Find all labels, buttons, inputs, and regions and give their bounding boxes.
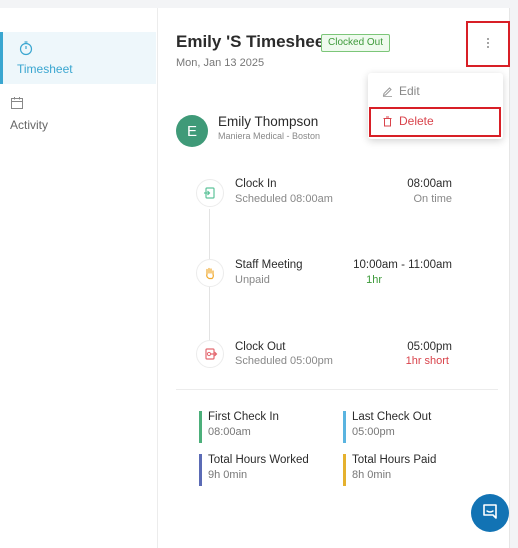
stat-value: 9h 0min: [208, 469, 248, 481]
event-label: Clock In: [235, 178, 277, 190]
event-time: 10:00am - 11:00am: [353, 259, 452, 271]
event-sub: Scheduled 08:00am: [235, 193, 333, 205]
avatar: E: [176, 115, 208, 147]
timesheet-date: Mon, Jan 13 2025: [176, 57, 265, 69]
employee-name: Emily Thompson: [218, 114, 319, 129]
stat-first-check-in: First Check In 08:00am: [199, 411, 329, 443]
event-note: 1hr short: [405, 355, 449, 367]
sidebar-item-label: Timesheet: [17, 62, 73, 76]
event-label: Staff Meeting: [235, 259, 303, 271]
stat-total-hours-worked: Total Hours Worked 9h 0min: [199, 454, 329, 486]
pencil-icon: [382, 86, 392, 97]
page-title: Emily 'S Timesheet: [176, 32, 330, 51]
sidebar-item-label: Activity: [10, 118, 49, 132]
stat-label: Total Hours Paid: [352, 454, 437, 466]
stat-value: 8h 0min: [352, 469, 392, 481]
hand-icon: [196, 259, 224, 287]
menu-item-edit[interactable]: Edit: [368, 77, 503, 105]
sidebar-item-timesheet[interactable]: Timesheet: [0, 32, 156, 84]
event-sub: Scheduled 05:00pm: [235, 355, 333, 367]
kebab-icon: [486, 36, 490, 52]
stat-label: Total Hours Worked: [208, 454, 309, 466]
stat-value: 08:00am: [208, 426, 251, 438]
status-badge: Clocked Out: [321, 34, 391, 52]
delete-highlight-box: [369, 107, 501, 137]
chat-button[interactable]: [471, 494, 509, 532]
stat-value: 05:00pm: [352, 426, 395, 438]
event-time: 08:00am: [407, 178, 452, 190]
stopwatch-icon: [18, 40, 34, 61]
calendar-icon: [10, 96, 24, 115]
divider: [176, 389, 498, 390]
clock-in-icon: [196, 179, 224, 207]
chat-icon: [481, 502, 499, 525]
event-note: 1hr: [366, 274, 382, 286]
clock-out-icon: [196, 340, 224, 368]
employee-location: Maniera Medical - Boston: [218, 131, 321, 141]
sidebar: Timesheet Activity: [0, 8, 158, 548]
event-sub: Unpaid: [235, 274, 270, 286]
stat-last-check-out: Last Check Out 05:00pm: [343, 411, 473, 443]
more-options-button[interactable]: [466, 21, 510, 67]
event-note: On time: [413, 193, 452, 205]
sidebar-item-activity[interactable]: Activity: [0, 94, 156, 146]
top-strip: [0, 0, 518, 8]
menu-item-label: Edit: [399, 84, 420, 98]
stat-label: First Check In: [208, 411, 279, 423]
stat-label: Last Check Out: [352, 411, 432, 423]
event-time: 05:00pm: [407, 341, 452, 353]
stat-total-hours-paid: Total Hours Paid 8h 0min: [343, 454, 473, 486]
event-label: Clock Out: [235, 341, 286, 353]
